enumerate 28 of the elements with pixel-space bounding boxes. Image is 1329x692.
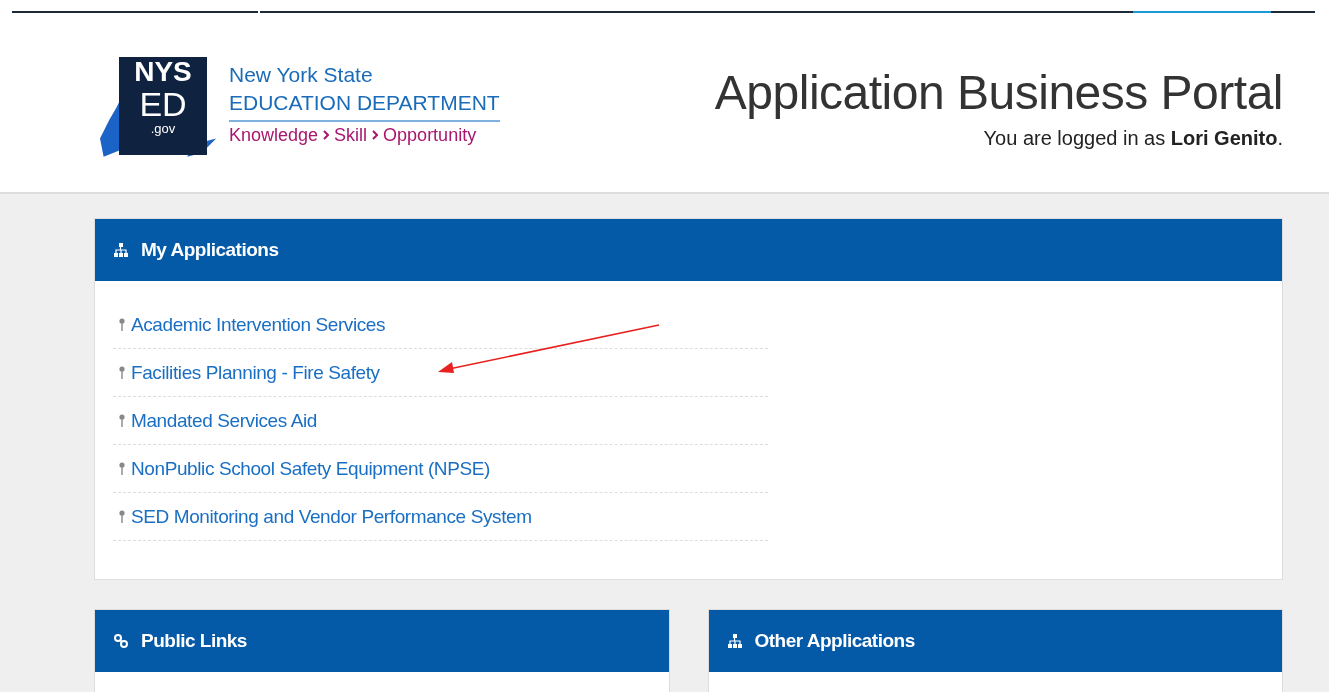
sitemap-icon xyxy=(113,242,129,258)
logo-text: NYS xyxy=(134,57,192,87)
logo-text: ED xyxy=(139,87,187,121)
link-icon xyxy=(113,633,129,649)
application-link[interactable]: Facilities Planning - Fire Safety xyxy=(131,361,380,384)
tagline-word: Opportunity xyxy=(383,124,477,147)
panel-title: Other Applications xyxy=(754,630,915,652)
sitemap-icon xyxy=(726,633,743,649)
pin-icon xyxy=(119,461,125,476)
application-link[interactable]: Academic Intervention Services xyxy=(131,313,386,336)
organization-name: New York State xyxy=(229,62,374,88)
pin-icon xyxy=(119,365,125,380)
logo-text: .gov xyxy=(150,121,176,137)
application-link[interactable]: Mandated Services Aid xyxy=(131,409,317,432)
tagline-word: Skill xyxy=(334,124,368,147)
tagline-word: Knowledge xyxy=(229,124,319,147)
application-link[interactable]: SED Monitoring and Vendor Performance System xyxy=(131,505,532,528)
portal-title: Application Business Portal xyxy=(714,65,1283,121)
chevron-icon xyxy=(372,130,379,140)
application-link[interactable]: NonPublic School Safety Equipment (NPSE) xyxy=(131,457,490,480)
pin-icon xyxy=(119,413,125,428)
login-status: You are logged in as Lori Genito. xyxy=(983,127,1283,150)
pin-icon xyxy=(119,509,125,524)
chevron-icon xyxy=(323,130,330,140)
panel-title: Public Links xyxy=(141,630,247,652)
panel-title: My Applications xyxy=(141,239,279,261)
organization-name: EDUCATION DEPARTMENT xyxy=(229,89,500,122)
pin-icon xyxy=(119,317,125,332)
